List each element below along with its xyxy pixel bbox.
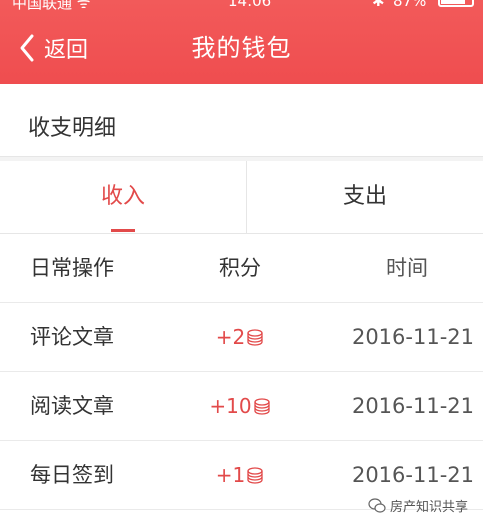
tab-expense[interactable]: 支出: [247, 161, 483, 233]
row-action: 阅读文章: [30, 394, 114, 418]
table-row[interactable]: 阅读文章 +10 2016-11-21: [0, 372, 483, 441]
watermark-text: 房产知识共享: [390, 500, 469, 515]
column-header-action: 日常操作: [30, 256, 114, 280]
row-action: 每日签到: [30, 463, 114, 487]
tab-income[interactable]: 收入: [0, 161, 246, 233]
column-header-points: 积分: [219, 256, 261, 280]
battery-fill: [441, 0, 465, 4]
points-value: +10: [209, 394, 252, 418]
wechat-icon: [368, 497, 386, 513]
battery-percent: 87%: [393, 0, 427, 10]
section-header: 收支明细: [0, 84, 483, 157]
coin-stack-icon: [247, 329, 263, 346]
row-points: +10: [195, 372, 285, 440]
points-value: +1: [215, 463, 246, 487]
row-time: 2016-11-21: [351, 325, 474, 349]
table-header-row: 日常操作 积分 时间: [0, 234, 483, 303]
status-bar: 中国联通 ᯤ 14:06 ✱ 87%: [0, 0, 483, 12]
bluetooth-icon: ✱: [372, 0, 385, 10]
column-header-time: 时间: [386, 256, 428, 280]
coin-stack-icon: [247, 467, 263, 484]
watermark: 房产知识共享: [368, 496, 468, 515]
table-row[interactable]: 评论文章 +2 2016-11-21: [0, 303, 483, 372]
row-points: +1: [195, 441, 285, 509]
row-action: 评论文章: [30, 325, 114, 349]
points-value: +2: [215, 325, 246, 349]
row-points: +2: [195, 303, 285, 371]
tab-bar: 收入 支出: [0, 161, 483, 234]
coin-stack-icon: [253, 398, 270, 415]
page-title: 我的钱包: [191, 34, 292, 62]
section-title: 收支明细: [28, 116, 117, 141]
carrier-label: 中国联通 ᯤ: [12, 0, 91, 12]
active-tab-indicator: [111, 229, 135, 232]
row-time: 2016-11-21: [351, 394, 474, 418]
clock: 14:06: [228, 0, 272, 10]
battery-icon: [438, 0, 474, 7]
app-header: 中国联通 ᯤ 14:06 ✱ 87% 返回 我的钱包: [0, 0, 483, 84]
